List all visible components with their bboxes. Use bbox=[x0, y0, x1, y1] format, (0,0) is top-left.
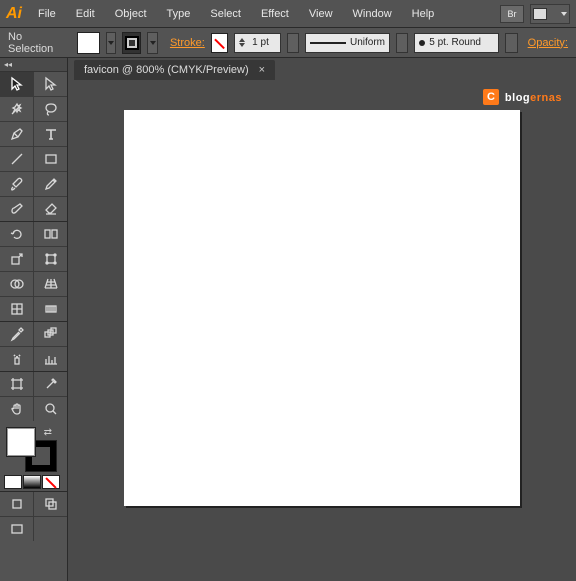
menu-help[interactable]: Help bbox=[402, 0, 445, 28]
blob-brush-tool[interactable] bbox=[0, 197, 33, 221]
menu-edit[interactable]: Edit bbox=[66, 0, 105, 28]
document-tab[interactable]: favicon @ 800% (CMYK/Preview) × bbox=[74, 60, 275, 80]
artboard-tool[interactable] bbox=[0, 372, 33, 396]
bridge-button[interactable]: Br bbox=[500, 5, 524, 23]
chevron-down-icon bbox=[150, 41, 156, 45]
close-tab-button[interactable]: × bbox=[259, 64, 265, 76]
perspective-grid-tool[interactable] bbox=[34, 272, 67, 296]
fill-swatch[interactable] bbox=[77, 32, 100, 54]
chevron-down-icon bbox=[108, 41, 114, 45]
menu-file[interactable]: File bbox=[28, 0, 66, 28]
drawing-mode-normal[interactable] bbox=[0, 492, 33, 516]
stroke-swatch[interactable] bbox=[122, 32, 141, 54]
eyedropper-tool[interactable] bbox=[0, 322, 33, 346]
brush-value: 5 pt. Round bbox=[429, 37, 481, 48]
color-mode-solid[interactable] bbox=[4, 475, 22, 489]
chevron-down-icon bbox=[561, 12, 567, 16]
watermark-text-2: ernas bbox=[530, 92, 562, 104]
screen-mode-spacer bbox=[34, 517, 67, 541]
column-graph-tool[interactable] bbox=[34, 347, 67, 371]
shape-builder-tool[interactable] bbox=[0, 272, 33, 296]
menu-effect[interactable]: Effect bbox=[251, 0, 299, 28]
workspace-switcher[interactable] bbox=[530, 4, 570, 24]
lasso-tool[interactable] bbox=[34, 97, 67, 121]
hand-tool[interactable] bbox=[0, 397, 33, 421]
pencil-tool[interactable] bbox=[34, 172, 67, 196]
menu-object[interactable]: Object bbox=[105, 0, 157, 28]
brush-select[interactable]: 5 pt. Round bbox=[414, 33, 499, 53]
menu-bar: Ai File Edit Object Type Select Effect V… bbox=[0, 0, 576, 28]
stroke-label[interactable]: Stroke: bbox=[170, 37, 205, 49]
eraser-tool[interactable] bbox=[34, 197, 67, 221]
color-mode-none[interactable] bbox=[42, 475, 60, 489]
watermark-icon: C bbox=[483, 89, 499, 105]
swap-fill-stroke-icon[interactable]: ⇄ bbox=[44, 427, 52, 438]
workspace-icon bbox=[533, 8, 547, 20]
document-tab-bar: favicon @ 800% (CMYK/Preview) × bbox=[68, 58, 576, 80]
menu-view[interactable]: View bbox=[299, 0, 343, 28]
pen-tool[interactable] bbox=[0, 122, 33, 146]
watermark-text: blogernas bbox=[505, 88, 562, 105]
stroke-weight-value: 1 pt bbox=[249, 37, 279, 48]
selection-status: No Selection bbox=[8, 31, 61, 55]
stroke-swatch-icon bbox=[127, 38, 137, 48]
watermark: C blogernas bbox=[483, 88, 562, 105]
app-logo: Ai bbox=[0, 0, 28, 28]
stroke-weight-stepper[interactable] bbox=[235, 38, 249, 47]
symbol-sprayer-tool[interactable] bbox=[0, 347, 33, 371]
tools-collapse-handle[interactable]: ◂◂ bbox=[0, 58, 67, 72]
color-mode-gradient[interactable] bbox=[23, 475, 41, 489]
document-tab-title: favicon @ 800% (CMYK/Preview) bbox=[84, 64, 249, 76]
canvas-area: favicon @ 800% (CMYK/Preview) × C bloger… bbox=[68, 58, 576, 581]
scale-tool[interactable] bbox=[0, 247, 33, 271]
fill-color-box[interactable] bbox=[6, 427, 36, 457]
magic-wand-tool[interactable] bbox=[0, 97, 33, 121]
slice-tool[interactable] bbox=[34, 372, 67, 396]
menu-select[interactable]: Select bbox=[200, 0, 251, 28]
brush-dot-icon bbox=[419, 40, 425, 46]
type-tool[interactable] bbox=[34, 122, 67, 146]
gradient-tool[interactable] bbox=[34, 297, 67, 321]
rotate-tool[interactable] bbox=[0, 222, 33, 246]
rectangle-tool[interactable] bbox=[34, 147, 67, 171]
watermark-text-1: blog bbox=[505, 92, 530, 104]
paintbrush-tool[interactable] bbox=[0, 172, 33, 196]
control-bar: No Selection Stroke: 1 pt Uniform 5 pt. … bbox=[0, 28, 576, 58]
stroke-none-icon[interactable] bbox=[211, 33, 228, 53]
stroke-profile-select[interactable]: Uniform bbox=[305, 33, 390, 53]
stroke-weight-input[interactable]: 1 pt bbox=[234, 33, 280, 53]
fill-swatch-dropdown[interactable] bbox=[106, 32, 117, 54]
reflect-tool[interactable] bbox=[34, 222, 67, 246]
canvas-stage[interactable]: C blogernas bbox=[68, 80, 576, 581]
stroke-profile-value: Uniform bbox=[350, 37, 385, 48]
stroke-swatch-dropdown[interactable] bbox=[147, 32, 158, 54]
tools-panel: ◂◂ bbox=[0, 58, 68, 581]
artboard[interactable] bbox=[124, 110, 520, 506]
drawing-mode-behind[interactable] bbox=[34, 492, 67, 516]
fill-stroke-box: ⇄ bbox=[0, 421, 67, 473]
stroke-profile-icon bbox=[310, 42, 346, 44]
stroke-profile-dropdown[interactable] bbox=[396, 33, 408, 53]
screen-mode-button[interactable] bbox=[0, 517, 33, 541]
free-transform-tool[interactable] bbox=[34, 247, 67, 271]
menu-type[interactable]: Type bbox=[157, 0, 201, 28]
selection-tool[interactable] bbox=[0, 72, 33, 96]
brush-dropdown[interactable] bbox=[505, 33, 517, 53]
menu-window[interactable]: Window bbox=[343, 0, 402, 28]
direct-selection-tool[interactable] bbox=[34, 72, 67, 96]
zoom-tool[interactable] bbox=[34, 397, 67, 421]
line-tool[interactable] bbox=[0, 147, 33, 171]
blend-tool[interactable] bbox=[34, 322, 67, 346]
mesh-tool[interactable] bbox=[0, 297, 33, 321]
opacity-label[interactable]: Opacity: bbox=[528, 37, 568, 49]
stroke-weight-dropdown[interactable] bbox=[287, 33, 299, 53]
